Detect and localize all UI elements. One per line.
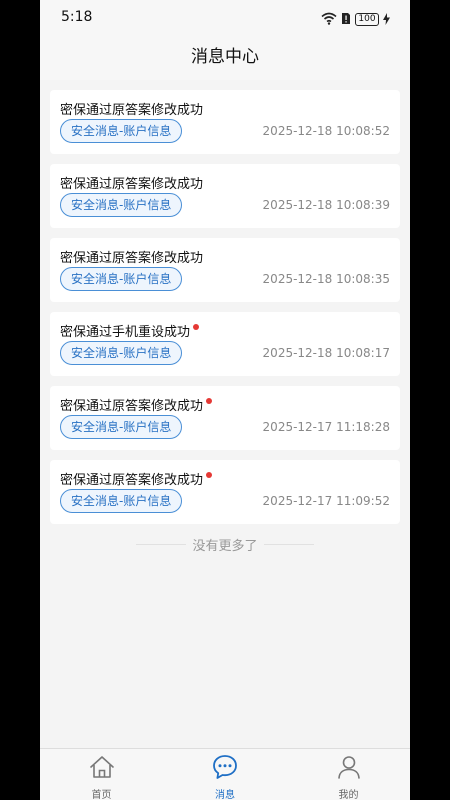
message-tag: 安全消息-账户信息 [60,267,183,291]
message-title-row: 密保通过原答案修改成功 [60,173,203,192]
unread-dot [206,471,213,478]
battery-icon: 100 [355,13,379,26]
message-card[interactable]: 密保通过原答案修改成功 安全消息-账户信息 2025-12-18 10:08:5… [50,90,400,154]
message-time: 2025-12-18 10:08:52 [262,124,390,138]
message-title: 密保通过原答案修改成功 [60,399,204,414]
tab-profile-label: 我的 [338,790,359,800]
home-icon [88,753,116,785]
user-icon [335,753,363,785]
divider-left [136,543,187,545]
status-time: 5:18 [61,9,93,25]
message-title: 密保通过手机重设成功 [60,325,191,340]
message-tag: 安全消息-账户信息 [60,489,183,513]
message-tag: 安全消息-账户信息 [60,341,183,365]
message-time: 2025-12-17 11:18:28 [262,420,390,434]
app-screen: 5:18 100 消息中心 密保通过原答案修改成功 安全消息-账户信息 2025… [40,0,410,800]
nav-bar: 消息中心 [40,34,410,80]
message-list: 密保通过原答案修改成功 安全消息-账户信息 2025-12-18 10:08:5… [50,90,400,534]
tab-home[interactable]: 首页 [40,749,163,800]
sim-alert-icon [341,10,351,29]
divider-right [263,543,314,545]
page-title: 消息中心 [191,47,259,67]
message-card[interactable]: 密保通过原答案修改成功 安全消息-账户信息 2025-12-17 11:18:2… [50,386,400,450]
tab-home-label: 首页 [91,790,112,800]
no-more-indicator: 没有更多了 [40,534,410,554]
wifi-icon [321,10,337,29]
message-title: 密保通过原答案修改成功 [60,473,204,488]
tab-profile[interactable]: 我的 [287,749,410,800]
charging-icon [383,10,390,29]
message-tag: 安全消息-账户信息 [60,415,183,439]
tab-messages-label: 消息 [215,790,235,800]
tab-messages[interactable]: 消息 [164,749,287,800]
chat-bubble-icon [211,753,239,785]
message-tag: 安全消息-账户信息 [60,193,183,217]
message-title: 密保通过原答案修改成功 [60,177,204,192]
message-title-row: 密保通过手机重设成功 [60,321,200,340]
message-time: 2025-12-18 10:08:39 [262,198,390,212]
message-title-row: 密保通过原答案修改成功 [60,395,213,414]
no-more-text: 没有更多了 [192,538,258,554]
message-card[interactable]: 密保通过原答案修改成功 安全消息-账户信息 2025-12-17 11:09:5… [50,460,400,524]
message-time: 2025-12-18 10:08:17 [262,346,390,360]
message-time: 2025-12-18 10:08:35 [262,272,390,286]
message-title-row: 密保通过原答案修改成功 [60,99,203,118]
unread-dot [206,397,213,404]
status-bar: 5:18 100 [40,0,410,34]
message-card[interactable]: 密保通过手机重设成功 安全消息-账户信息 2025-12-18 10:08:17 [50,312,400,376]
message-title: 密保通过原答案修改成功 [60,103,204,118]
message-title: 密保通过原答案修改成功 [60,251,204,266]
bottom-tab-bar: 首页 消息 我的 [40,748,410,800]
message-card[interactable]: 密保通过原答案修改成功 安全消息-账户信息 2025-12-18 10:08:3… [50,164,400,228]
message-title-row: 密保通过原答案修改成功 [60,469,213,488]
status-icons: 100 [321,10,390,29]
message-title-row: 密保通过原答案修改成功 [60,247,203,266]
message-tag: 安全消息-账户信息 [60,119,183,143]
unread-dot [193,323,200,330]
message-time: 2025-12-17 11:09:52 [262,494,390,508]
message-card[interactable]: 密保通过原答案修改成功 安全消息-账户信息 2025-12-18 10:08:3… [50,238,400,302]
